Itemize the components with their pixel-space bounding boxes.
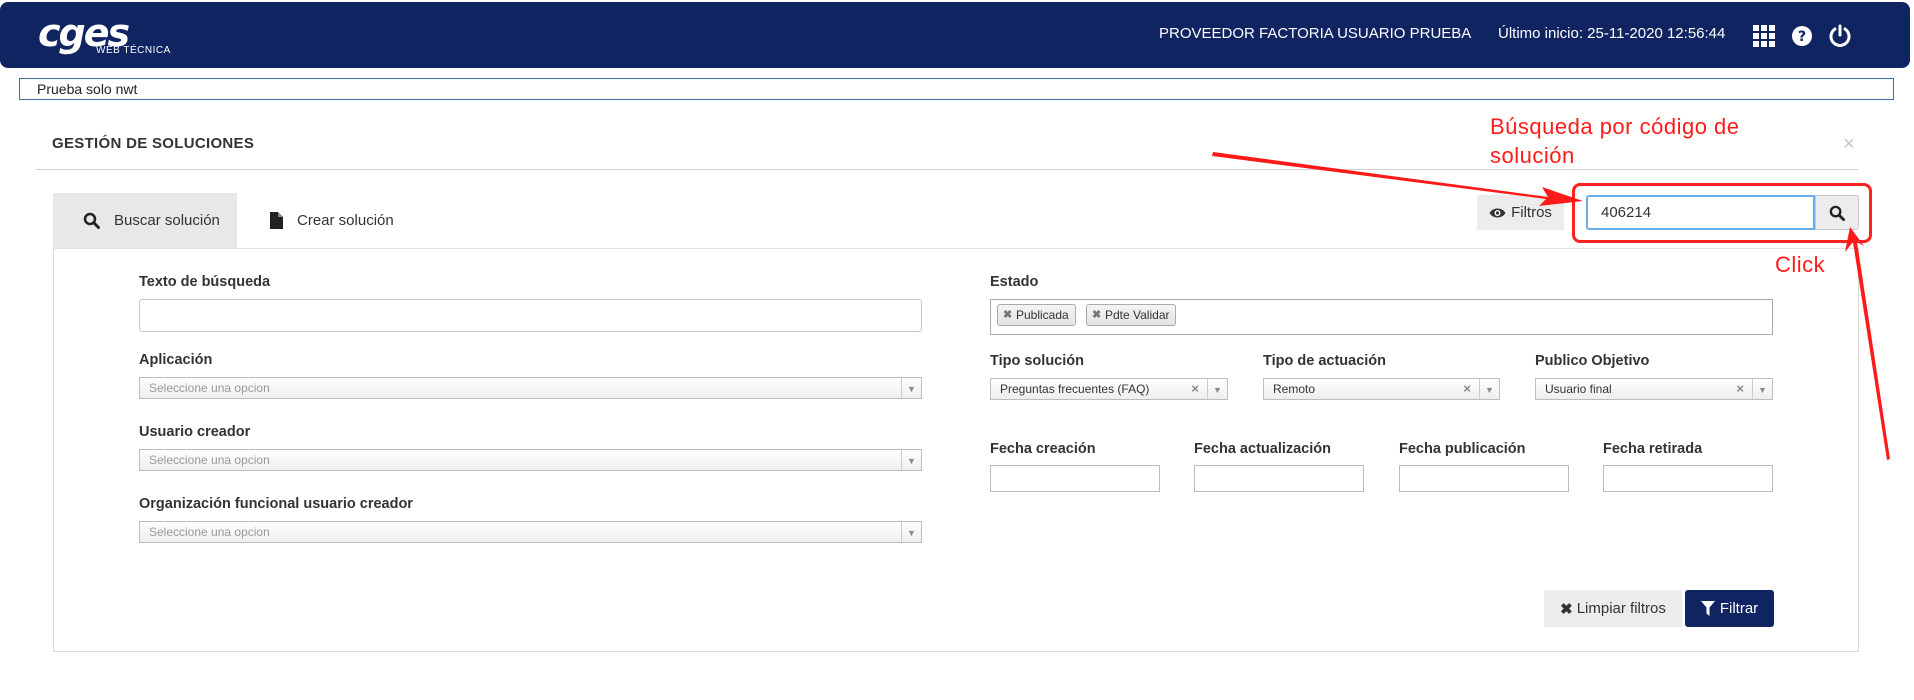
fecha-creacion-label: Fecha creación <box>990 441 1096 457</box>
org-funcional-label: Organización funcional usuario creador <box>139 496 413 512</box>
estado-chip-pdte-validar[interactable]: ✖ Pdte Validar <box>1086 304 1177 326</box>
usuario-creador-placeholder: Seleccione una opcion <box>149 453 270 467</box>
fecha-publicacion-input[interactable] <box>1399 465 1569 492</box>
remove-icon[interactable]: ✖ <box>1003 305 1012 325</box>
svg-text:?: ? <box>1798 29 1806 45</box>
limpiar-filtros-label: Limpiar filtros <box>1576 600 1666 617</box>
fecha-actualizacion-label: Fecha actualización <box>1194 441 1331 457</box>
tab-label: Crear solución <box>297 212 394 229</box>
org-funcional-placeholder: Seleccione una opcion <box>149 525 270 539</box>
tab-crear-solucion[interactable]: Crear solución <box>238 193 408 248</box>
texto-busqueda-label: Texto de búsqueda <box>139 274 271 290</box>
logo-subtitle: WEB TÉCNICA <box>96 45 171 56</box>
aplicacion-placeholder: Seleccione una opcion <box>149 381 270 395</box>
fecha-retirada-input[interactable] <box>1603 465 1773 492</box>
aplicacion-label: Aplicación <box>139 352 213 368</box>
apps-grid-icon[interactable] <box>1752 24 1776 48</box>
limpiar-filtros-button[interactable]: ✖ Limpiar filtros <box>1544 590 1682 627</box>
close-icon: ✖ <box>1560 600 1573 618</box>
close-icon[interactable]: × <box>1843 133 1855 156</box>
annotation-click-hint: Click <box>1775 252 1826 277</box>
tipo-actuacion-value: Remoto <box>1273 382 1316 396</box>
fecha-actualizacion-input[interactable] <box>1194 465 1364 492</box>
tipo-actuacion-label: Tipo de actuación <box>1263 353 1387 369</box>
estado-chip-publicada[interactable]: ✖ Publicada <box>997 304 1076 326</box>
tipo-solucion-select[interactable]: Preguntas frecuentes (FAQ) × ▼ <box>990 378 1228 400</box>
filtros-button[interactable]: Filtros <box>1477 195 1564 230</box>
clear-icon[interactable]: × <box>1736 379 1744 399</box>
fecha-retirada-label: Fecha retirada <box>1603 441 1703 457</box>
publico-objetivo-value: Usuario final <box>1545 382 1612 396</box>
filtros-label: Filtros <box>1511 204 1552 221</box>
tipo-actuacion-select[interactable]: Remoto × ▼ <box>1263 378 1500 400</box>
filtrar-label: Filtrar <box>1719 600 1759 617</box>
remove-icon[interactable]: ✖ <box>1092 305 1101 325</box>
clear-icon[interactable]: × <box>1463 379 1471 399</box>
filtrar-button[interactable]: Filtrar <box>1685 590 1774 627</box>
filter-icon <box>1700 601 1715 616</box>
tab-buscar-solucion[interactable]: Buscar solución <box>53 193 237 248</box>
top-navbar: cges WEB TÉCNICA PROVEEDOR FACTORIA USUA… <box>0 2 1910 68</box>
chevron-down-icon: ▼ <box>1752 379 1772 399</box>
search-icon <box>83 212 100 229</box>
chevron-down-icon: ▼ <box>1207 379 1227 399</box>
tab-label: Buscar solución <box>114 212 220 229</box>
estado-multiselect[interactable]: ✖ Publicada ✖ Pdte Validar <box>990 299 1773 335</box>
file-icon <box>270 212 283 229</box>
chevron-down-icon: ▼ <box>1479 379 1499 399</box>
cges-logo[interactable]: cges WEB TÉCNICA <box>38 14 170 56</box>
power-icon[interactable] <box>1829 24 1853 48</box>
eye-icon <box>1489 208 1506 217</box>
chevron-down-icon: ▼ <box>901 522 921 542</box>
annotation-highlight-box <box>1572 183 1872 243</box>
publico-objetivo-select[interactable]: Usuario final × ▼ <box>1535 378 1773 400</box>
publico-objetivo-label: Publico Objetivo <box>1535 353 1650 369</box>
environment-notice: Prueba solo nwt <box>19 78 1894 100</box>
chevron-down-icon: ▼ <box>901 450 921 470</box>
texto-busqueda-input[interactable] <box>139 299 922 332</box>
annotation-search-hint: Búsqueda por código de solución <box>1490 114 1740 168</box>
chevron-down-icon: ▼ <box>901 378 921 398</box>
aplicacion-select[interactable]: Seleccione una opcion ▼ <box>139 377 922 399</box>
tipo-solucion-value: Preguntas frecuentes (FAQ) <box>1000 382 1150 396</box>
org-funcional-select[interactable]: Seleccione una opcion ▼ <box>139 521 922 543</box>
tipo-solucion-label: Tipo solución <box>990 353 1084 369</box>
user-name: PROVEEDOR FACTORIA USUARIO PRUEBA <box>1159 25 1472 42</box>
page-title: GESTIÓN DE SOLUCIONES <box>52 135 255 152</box>
help-icon[interactable]: ? <box>1791 25 1815 49</box>
usuario-creador-select[interactable]: Seleccione una opcion ▼ <box>139 449 922 471</box>
last-login: Último inicio: 25-11-2020 12:56:44 <box>1498 25 1726 42</box>
fecha-publicacion-label: Fecha publicación <box>1399 441 1526 457</box>
usuario-creador-label: Usuario creador <box>139 424 251 440</box>
clear-icon[interactable]: × <box>1191 379 1199 399</box>
fecha-creacion-input[interactable] <box>990 465 1160 492</box>
estado-label: Estado <box>990 274 1039 290</box>
